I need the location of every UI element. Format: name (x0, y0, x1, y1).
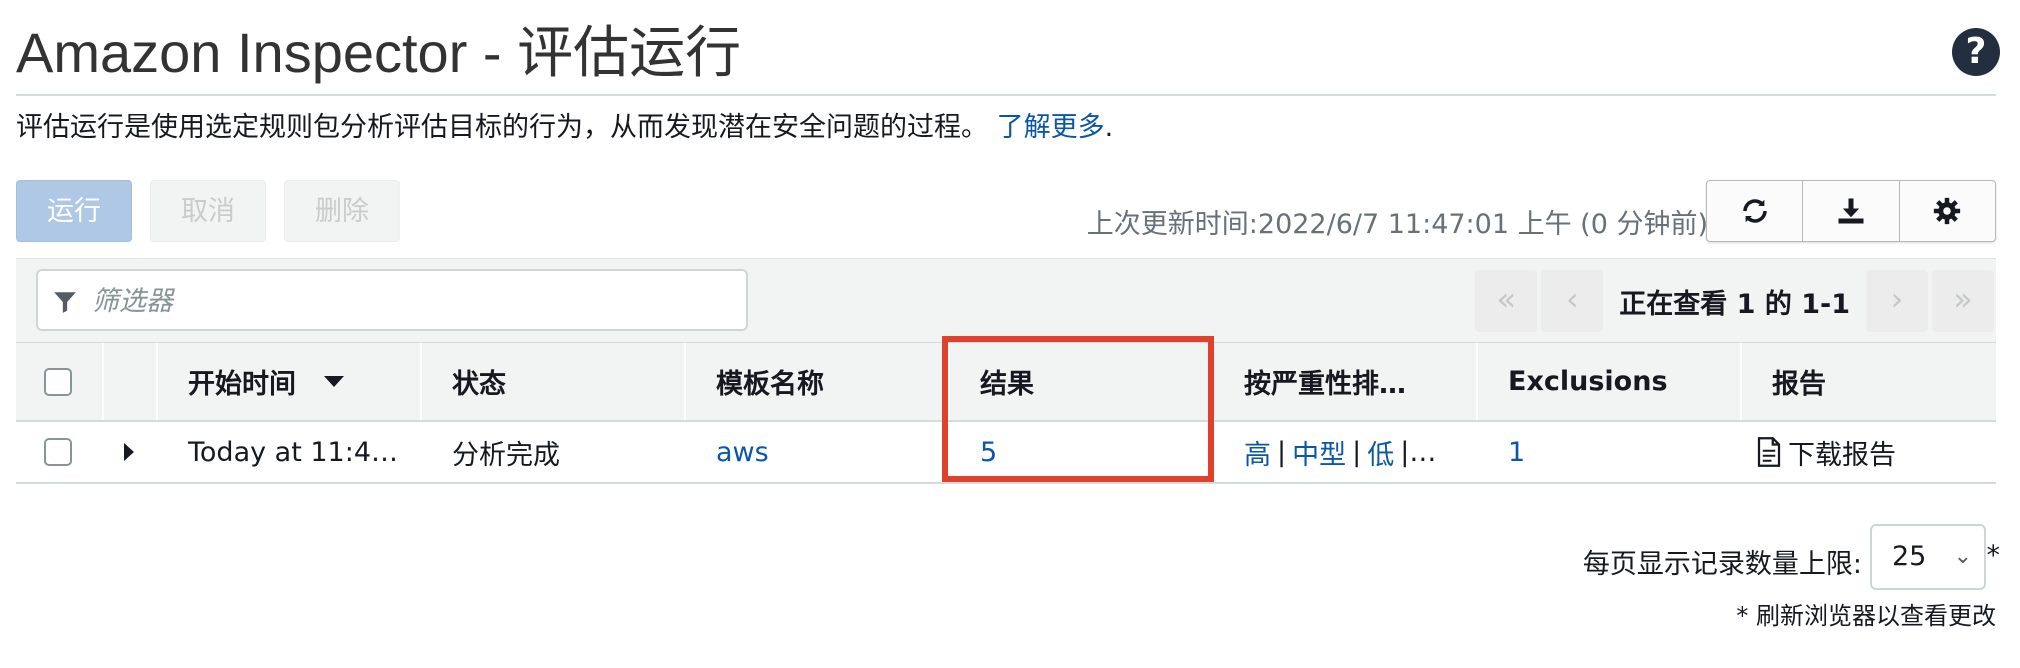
cell-severity: 高 | 中型 | 低 |… (1244, 422, 1464, 482)
severity-more: |… (1400, 436, 1437, 468)
page-description: 评估运行是使用选定规则包分析评估目标的行为，从而发现潜在安全问题的过程。 了解更… (16, 108, 1113, 148)
severity-low-link[interactable]: 低 (1367, 433, 1394, 472)
page-title: Amazon Inspector - 评估运行 (16, 21, 742, 84)
select-all-checkbox-cell (44, 343, 72, 420)
column-header-report[interactable]: 报告 (1772, 343, 1972, 420)
table-tool-group (1706, 180, 1996, 242)
sort-descending-icon[interactable] (324, 376, 344, 387)
cancel-button[interactable]: 取消 (150, 180, 266, 242)
download-icon (1838, 198, 1864, 224)
cell-report[interactable]: 下载报告 (1756, 422, 1976, 482)
learn-more-link[interactable]: 了解更多 (997, 112, 1105, 143)
title-divider (16, 94, 1996, 96)
column-header-by-severity[interactable]: 按严重性排… (1244, 343, 1464, 420)
severity-medium-link[interactable]: 中型 (1292, 433, 1346, 472)
question-circle-icon[interactable]: ? (1952, 28, 2000, 76)
filter-bar: « ‹ 正在查看 1 的 1-1 › » (16, 258, 1996, 342)
column-header-status[interactable]: 状态 (452, 343, 672, 420)
filter-input[interactable] (90, 279, 730, 323)
findings-column-highlight (942, 336, 1214, 482)
select-all-checkbox[interactable] (44, 367, 72, 396)
chevron-down-icon: ⌄ (1953, 544, 1972, 569)
filter-field[interactable] (36, 269, 748, 331)
row-checkbox-cell (44, 422, 72, 482)
delete-button[interactable]: 删除 (284, 180, 400, 242)
download-button[interactable] (1803, 181, 1900, 241)
per-page-value: 25 (1892, 541, 1927, 572)
next-page-button[interactable]: › (1866, 270, 1928, 332)
per-page-select[interactable]: 25 ⌄ (1870, 524, 1986, 590)
funnel-icon (54, 292, 76, 313)
refresh-icon (1742, 199, 1767, 223)
settings-button[interactable] (1900, 181, 1995, 241)
description-period: . (1104, 112, 1114, 143)
first-page-button[interactable]: « (1475, 270, 1538, 332)
expand-row-icon[interactable] (124, 443, 134, 461)
cell-exclusions-link[interactable]: 1 (1508, 422, 1708, 482)
per-page-label: 每页显示记录数量上限: (1582, 549, 1862, 580)
download-report-label: 下载报告 (1788, 439, 1896, 471)
refresh-note: * 刷新浏览器以查看更改 (1736, 602, 1996, 630)
description-text: 评估运行是使用选定规则包分析评估目标的行为，从而发现潜在安全问题的过程。 (16, 112, 988, 143)
refresh-button[interactable] (1707, 181, 1804, 241)
severity-separator: | (1352, 436, 1362, 468)
pagination: « ‹ 正在查看 1 的 1-1 › » (1473, 259, 1996, 343)
cell-start-time: Today at 11:4… (188, 436, 399, 468)
severity-high-link[interactable]: 高 (1244, 433, 1271, 472)
severity-separator: | (1277, 436, 1287, 468)
required-asterisk: * (1986, 540, 2001, 571)
column-label-start-time: 开始时间 (188, 369, 296, 400)
cell-status: 分析完成 (452, 439, 560, 471)
row-expand-cell (124, 422, 134, 482)
last-updated-text: 上次更新时间:2022/6/7 11:47:01 上午 (0 分钟前) (1086, 209, 1708, 240)
pagination-label: 正在查看 1 的 1-1 (1619, 288, 1850, 320)
column-header-start-time[interactable]: 开始时间 (188, 343, 438, 420)
document-icon (1757, 437, 1781, 467)
settings-gear-icon (1934, 197, 1961, 225)
previous-page-button[interactable]: ‹ (1541, 270, 1604, 332)
row-checkbox[interactable] (44, 438, 72, 466)
run-button[interactable]: 运行 (16, 180, 132, 242)
column-header-exclusions[interactable]: Exclusions (1508, 343, 1728, 420)
last-page-button[interactable]: » (1932, 270, 1994, 332)
column-header-template[interactable]: 模板名称 (716, 343, 936, 420)
cell-template-link[interactable]: aws (716, 422, 936, 482)
